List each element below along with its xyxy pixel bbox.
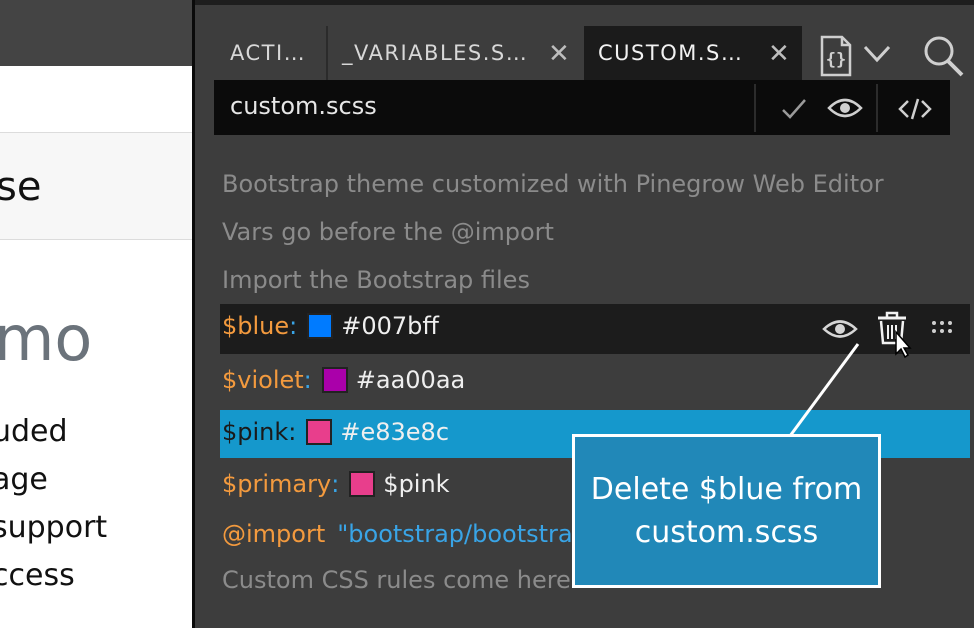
variable-row-primary[interactable]: $primary: $pink (222, 470, 450, 498)
callout-pointer (788, 343, 860, 437)
eye-icon[interactable] (827, 96, 863, 120)
code-comment: Import the Bootstrap files (222, 266, 530, 294)
svg-text:{}: {} (826, 50, 846, 70)
drag-handle-icon[interactable] (930, 318, 956, 338)
tab-label: _VARIABLES.S… (342, 41, 529, 65)
variable-value[interactable]: #aa00aa (356, 366, 465, 394)
variable-name: $blue (222, 312, 290, 340)
code-file-icon[interactable]: {} (818, 34, 860, 78)
colon: : (289, 312, 298, 340)
preview-line: uded (0, 414, 68, 449)
code-comment: Custom CSS rules come here (222, 566, 571, 594)
color-swatch[interactable] (306, 419, 333, 445)
variable-value[interactable]: $pink (383, 470, 449, 498)
colon: : (288, 418, 297, 446)
tab-label: CUSTOM.S… (598, 41, 744, 65)
file-bar-separator (876, 84, 878, 132)
variable-name: $violet (222, 366, 304, 394)
import-path[interactable]: "bootstrap/bootstra (337, 520, 572, 548)
checkmark-icon[interactable] (780, 96, 808, 122)
eye-icon[interactable] (822, 318, 858, 340)
variable-row-blue[interactable]: $blue: #007bff (222, 312, 439, 340)
variable-value[interactable]: #e83e8c (340, 418, 449, 446)
variable-name: $primary (222, 470, 332, 498)
file-name: custom.scss (230, 92, 377, 120)
tab-label: ACTI… (230, 41, 307, 65)
variable-value[interactable]: #007bff (341, 312, 439, 340)
pane-divider[interactable] (192, 0, 195, 628)
colon: : (331, 470, 340, 498)
preview-line: age (0, 462, 48, 497)
callout-text: Delete $blue from custom.scss (590, 472, 863, 550)
variable-row-pink[interactable]: $pink: #e83e8c (222, 418, 449, 446)
search-icon[interactable] (922, 34, 966, 78)
tab-variables-scss[interactable]: _VARIABLES.S… (328, 26, 582, 80)
code-comment: Vars go before the @import (222, 218, 554, 246)
page-preview: se mo uded age support ccess (0, 0, 192, 628)
preview-demo-title: mo (0, 302, 93, 375)
chevron-down-icon[interactable] (862, 44, 892, 64)
tutorial-callout: Delete $blue from custom.scss (572, 434, 881, 588)
mouse-cursor-icon (895, 330, 912, 359)
variable-name: $pink (222, 418, 289, 446)
preview-line: support (0, 510, 108, 545)
tab-actions[interactable]: ACTI… (216, 26, 326, 80)
top-strip (195, 0, 974, 5)
variable-row-violet[interactable]: $violet: #aa00aa (222, 366, 465, 394)
color-swatch[interactable] (349, 471, 376, 497)
trash-icon[interactable] (874, 310, 914, 360)
close-icon[interactable]: ✕ (768, 41, 790, 67)
import-keyword: @import (222, 520, 326, 548)
close-icon[interactable]: ✕ (548, 41, 570, 67)
color-swatch[interactable] (307, 313, 334, 339)
code-icon[interactable] (898, 96, 932, 122)
preview-topbar (0, 0, 192, 66)
preview-line: ccess (0, 558, 75, 593)
preview-heading: se (0, 164, 42, 210)
color-swatch[interactable] (321, 367, 348, 393)
code-comment: Bootstrap theme customized with Pinegrow… (222, 170, 884, 198)
colon: : (303, 366, 312, 394)
import-line[interactable]: @import "bootstrap/bootstra (222, 520, 573, 548)
file-bar-separator (754, 84, 756, 132)
